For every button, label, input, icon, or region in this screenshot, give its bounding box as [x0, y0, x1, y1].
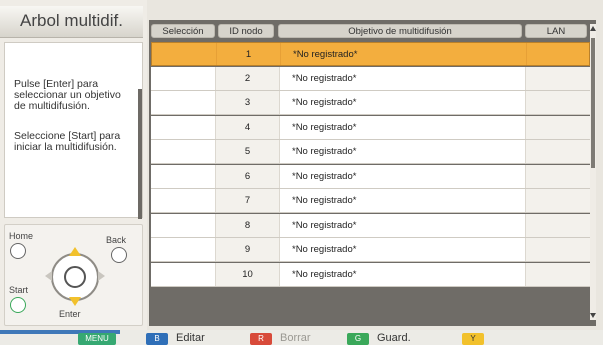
help-scrollbar[interactable] — [138, 89, 142, 219]
node-id-cell: 2 — [216, 66, 280, 90]
selection-cell[interactable] — [151, 189, 216, 212]
target-cell: *No registrado* — [280, 238, 526, 261]
lan-cell — [526, 140, 590, 163]
left-panel: Arbol multidif. Pulse [Enter] para selec… — [0, 0, 147, 330]
help-enter-text: Pulse [Enter] para seleccionar un objeti… — [14, 78, 121, 112]
blue-button-icon[interactable]: B — [146, 333, 168, 345]
target-cell: *No registrado* — [280, 91, 526, 114]
node-id-cell: 7 — [216, 189, 280, 212]
green-button-icon[interactable]: G — [347, 333, 369, 345]
node-id-cell: 5 — [216, 140, 280, 163]
enter-label: Enter — [59, 309, 81, 319]
selection-cell[interactable] — [151, 213, 216, 237]
table-row[interactable]: 9 *No registrado* — [151, 238, 590, 262]
lan-cell — [526, 164, 590, 188]
yellow-button-icon[interactable]: Y — [462, 333, 484, 345]
table-row[interactable]: 5 *No registrado* — [151, 140, 590, 164]
lan-cell — [526, 213, 590, 237]
selection-cell[interactable] — [152, 43, 217, 65]
node-id-cell: 8 — [216, 213, 280, 237]
selection-cell[interactable] — [151, 262, 216, 286]
remote-control-guide: Home Back Start Enter — [4, 224, 143, 326]
selection-cell[interactable] — [151, 115, 216, 139]
lan-cell — [527, 43, 591, 65]
node-id-cell: 6 — [216, 164, 280, 188]
back-icon — [111, 247, 127, 263]
lan-cell — [526, 91, 590, 114]
delete-label: Borrar — [280, 332, 311, 344]
target-cell: *No registrado* — [280, 140, 526, 163]
column-header-node-id: ID nodo — [218, 24, 274, 38]
node-id-cell: 4 — [216, 115, 280, 139]
column-header-selection: Selección — [151, 24, 215, 38]
start-icon — [10, 297, 26, 313]
up-arrow-icon — [69, 247, 81, 256]
table-row[interactable]: 8 *No registrado* — [151, 213, 590, 238]
down-arrow-icon — [69, 297, 81, 306]
back-label: Back — [106, 235, 127, 245]
start-label: Start — [9, 285, 29, 295]
table-row[interactable]: 6 *No registrado* — [151, 164, 590, 189]
panel-title: Arbol multidif. — [0, 6, 143, 38]
target-cell: *No registrado* — [280, 262, 526, 286]
table-scrollbar[interactable] — [590, 24, 596, 320]
table-row[interactable]: 3 *No registrado* — [151, 91, 590, 115]
target-cell: *No registrado* — [281, 43, 527, 65]
node-id-cell: 10 — [216, 262, 280, 286]
save-label: Guard. — [377, 332, 411, 344]
lan-cell — [526, 115, 590, 139]
selection-cell[interactable] — [151, 238, 216, 261]
table-row[interactable]: 1 *No registrado* — [151, 42, 590, 66]
home-icon — [10, 243, 26, 259]
left-arrow-icon — [45, 271, 52, 281]
node-id-cell: 1 — [217, 43, 281, 65]
selection-cell[interactable] — [151, 164, 216, 188]
selection-cell[interactable] — [151, 66, 216, 90]
lan-cell — [526, 189, 590, 212]
help-box: Pulse [Enter] para seleccionar un objeti… — [4, 42, 143, 219]
menu-button[interactable]: MENU — [78, 333, 116, 345]
lan-cell — [526, 66, 590, 90]
target-cell: *No registrado* — [280, 164, 526, 188]
edit-label: Editar — [176, 332, 205, 344]
table-row[interactable]: 7 *No registrado* — [151, 189, 590, 213]
scroll-down-icon[interactable] — [590, 313, 596, 318]
red-button-icon[interactable]: R — [250, 333, 272, 345]
enter-button-icon — [64, 266, 86, 288]
node-id-cell: 3 — [216, 91, 280, 114]
table-row[interactable]: 2 *No registrado* — [151, 66, 590, 91]
selection-cell[interactable] — [151, 140, 216, 163]
lan-cell — [526, 238, 590, 261]
table-row[interactable]: 10 *No registrado* — [151, 262, 590, 287]
scroll-up-icon[interactable] — [590, 26, 596, 31]
table-header: Selección ID nodo Objetivo de multidifus… — [149, 24, 590, 40]
target-cell: *No registrado* — [280, 189, 526, 212]
table-row[interactable]: 4 *No registrado* — [151, 115, 590, 140]
help-start-text: Seleccione [Start] para iniciar la multi… — [14, 130, 121, 153]
scroll-thumb[interactable] — [591, 38, 595, 168]
column-header-target: Objetivo de multidifusión — [278, 24, 522, 38]
column-header-lan: LAN — [525, 24, 587, 38]
bottom-bar: MENU B Editar R Borrar G Guard. Y — [0, 330, 603, 345]
node-id-cell: 9 — [216, 238, 280, 261]
lan-cell — [526, 262, 590, 286]
right-arrow-icon — [98, 271, 105, 281]
home-label: Home — [9, 231, 34, 241]
target-cell: *No registrado* — [280, 66, 526, 90]
selection-cell[interactable] — [151, 91, 216, 114]
target-cell: *No registrado* — [280, 115, 526, 139]
target-cell: *No registrado* — [280, 213, 526, 237]
